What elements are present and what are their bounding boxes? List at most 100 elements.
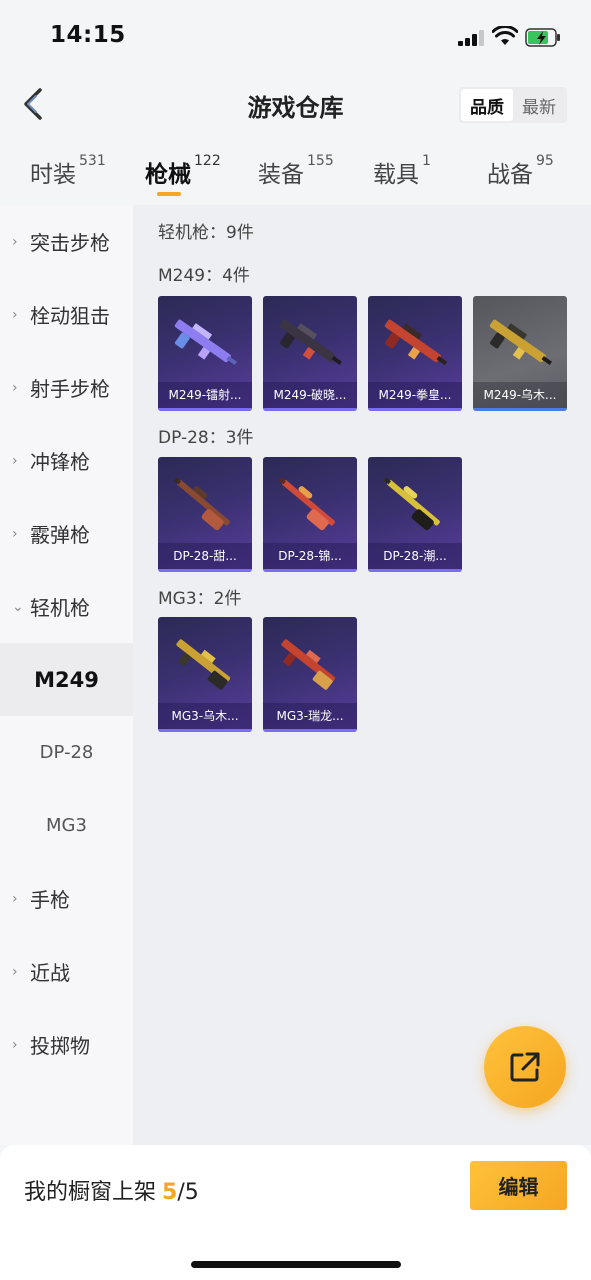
home-indicator[interactable] [191, 1261, 401, 1268]
quality-bar [263, 729, 357, 732]
tab-vehicles[interactable]: 载具1 [373, 153, 431, 189]
weapon-card-label: M249-拳皇... [368, 382, 462, 408]
tab-count: 122 [194, 153, 221, 169]
cellular-signal-icon [458, 30, 486, 46]
weapon-card[interactable]: M249-乌木... [473, 296, 567, 411]
tab-supplies[interactable]: 战备95 [487, 153, 554, 189]
sort-toggle: 品质 最新 [459, 87, 567, 123]
quality-bar [158, 729, 252, 732]
sidebar-subitem-mg3[interactable]: MG3 [0, 789, 133, 862]
chevron-right-icon: › [12, 306, 18, 323]
sort-by-quality[interactable]: 品质 [461, 89, 513, 121]
chevron-right-icon: › [12, 1036, 18, 1053]
quality-bar [368, 569, 462, 572]
sidebar-item-label: 冲锋枪 [30, 450, 90, 474]
quality-bar [368, 408, 462, 411]
bottom-bar: 我的橱窗上架 5/5 编辑 [0, 1145, 591, 1280]
showcase-status: 我的橱窗上架 5/5 [24, 1174, 199, 1206]
dp28-skin-icon [278, 477, 335, 531]
weapon-card[interactable]: M249-破晓... [263, 296, 357, 411]
tab-fashion[interactable]: 时装531 [30, 153, 106, 189]
weapon-card-label: M249-镭射... [158, 382, 252, 408]
header: 游戏仓库 品质 最新 [0, 70, 591, 140]
weapon-card-label: DP-28-锦... [263, 543, 357, 569]
edit-button[interactable]: 编辑 [470, 1161, 567, 1210]
tab-label: 装备 [258, 162, 304, 188]
tab-label: 枪械 [145, 162, 191, 188]
weapon-card[interactable]: DP-28-潮... [368, 457, 462, 572]
sidebar-item-throwables[interactable]: › 投掷物 [0, 1008, 133, 1081]
category-tabs: 时装531 枪械122 装备155 载具1 战备95 [0, 145, 591, 205]
sidebar-item-label: 近战 [30, 961, 70, 985]
quality-bar [263, 408, 357, 411]
sidebar-item-shotgun[interactable]: › 霰弹枪 [0, 497, 133, 570]
group-title: M249：4件 [158, 266, 250, 286]
category-total: 轻机枪：9件 [158, 223, 254, 243]
share-button[interactable] [484, 1026, 566, 1108]
sidebar-item-assault-rifle[interactable]: › 突击步枪 [0, 205, 133, 278]
sidebar-subitem-dp28[interactable]: DP-28 [0, 716, 133, 789]
tab-count: 155 [307, 153, 334, 169]
sidebar-subitem-m249[interactable]: M249 [0, 643, 133, 716]
sidebar-item-label: 栓动狙击 [30, 304, 110, 328]
weapon-card-label: MG3-乌木... [158, 703, 252, 729]
tab-count: 95 [536, 153, 554, 169]
battery-charging-icon [525, 28, 560, 47]
sidebar-item-bolt-sniper[interactable]: › 栓动狙击 [0, 278, 133, 351]
sidebar-item-melee[interactable]: › 近战 [0, 935, 133, 1008]
weapon-card-label: M249-破晓... [263, 382, 357, 408]
weapon-card[interactable]: M249-拳皇... [368, 296, 462, 411]
sidebar-item-label: 霰弹枪 [30, 523, 90, 547]
wifi-icon [492, 26, 518, 45]
weapon-grid: 轻机枪：9件 M249：4件 M249-镭射... M249-破晓... M24… [133, 205, 591, 1145]
quality-bar [263, 569, 357, 572]
tab-equipment[interactable]: 装备155 [258, 153, 334, 189]
sort-by-newest[interactable]: 最新 [513, 89, 565, 121]
tab-weapons[interactable]: 枪械122 [145, 153, 221, 189]
weapon-card[interactable]: MG3-乌木... [158, 617, 252, 732]
status-time: 14:15 [50, 22, 126, 48]
sidebar-item-label: 突击步枪 [30, 231, 110, 255]
sidebar-item-marksman-rifle[interactable]: › 射手步枪 [0, 351, 133, 424]
sidebar-item-smg[interactable]: › 冲锋枪 [0, 424, 133, 497]
weapon-card[interactable]: DP-28-锦... [263, 457, 357, 572]
chevron-right-icon: › [12, 963, 18, 980]
mg3-skin-icon [176, 639, 231, 690]
dp28-skin-icon [383, 477, 440, 531]
chevron-right-icon: › [12, 452, 18, 469]
chevron-right-icon: › [12, 525, 18, 542]
tab-label: 载具 [373, 162, 419, 188]
tab-label: 战备 [487, 162, 533, 188]
sidebar-item-lmg[interactable]: ⌄ 轻机枪 [0, 570, 133, 643]
tab-label: 时装 [30, 162, 76, 188]
showcase-current-count: 5 [162, 1180, 178, 1205]
weapon-card[interactable]: DP-28-甜... [158, 457, 252, 572]
showcase-label: 我的橱窗上架 [24, 1180, 157, 1205]
weapon-card[interactable]: M249-镭射... [158, 296, 252, 411]
weapon-card[interactable]: MG3-瑞龙... [263, 617, 357, 732]
chevron-right-icon: › [12, 890, 18, 907]
weapon-card-label: DP-28-甜... [158, 543, 252, 569]
sidebar-item-label: 手枪 [30, 888, 70, 912]
tab-count: 1 [422, 153, 431, 169]
status-bar: 14:15 [0, 0, 591, 70]
chevron-right-icon: › [12, 379, 18, 396]
external-link-icon [510, 1052, 540, 1082]
weapon-card-label: MG3-瑞龙... [263, 703, 357, 729]
quality-bar [158, 408, 252, 411]
m249-skin-icon [384, 319, 448, 366]
chevron-right-icon: › [12, 233, 18, 250]
group-title: MG3：2件 [158, 589, 242, 609]
m249-skin-icon [279, 319, 343, 366]
quality-bar [158, 569, 252, 572]
mg3-skin-icon [281, 639, 336, 690]
weapon-card-label: DP-28-潮... [368, 543, 462, 569]
m249-skin-icon [489, 319, 553, 366]
sidebar-item-label: 轻机枪 [30, 596, 90, 620]
active-tab-indicator [157, 192, 181, 196]
quality-bar [473, 408, 567, 411]
m249-skin-icon [174, 319, 238, 366]
group-title: DP-28：3件 [158, 428, 254, 448]
chevron-down-icon: ⌄ [12, 598, 24, 615]
sidebar-item-pistol[interactable]: › 手枪 [0, 862, 133, 935]
